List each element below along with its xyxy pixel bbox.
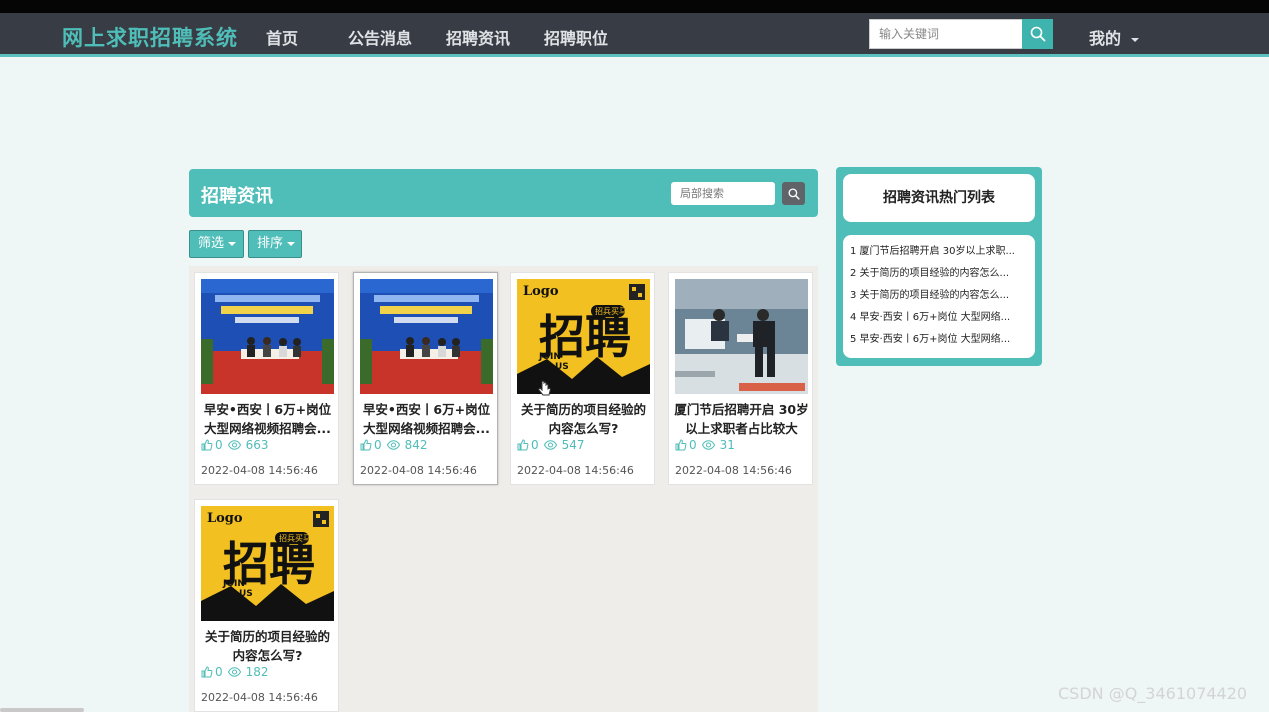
poster-badge: 招兵买马	[595, 306, 627, 316]
news-section-title: 招聘资讯	[201, 186, 273, 207]
eye-icon	[227, 667, 241, 677]
thumbs-up-icon[interactable]	[201, 439, 213, 451]
local-search-button[interactable]	[782, 182, 805, 205]
news-card[interactable]: Logo 招聘 招兵买马 JOIN US 关于简历的项目经验的内容怎么写? 0 …	[194, 499, 339, 712]
poster-badge: 招兵买马	[279, 533, 311, 543]
my-account-label: 我的	[1089, 29, 1122, 48]
search-icon	[787, 187, 800, 200]
caret-down-icon	[1131, 37, 1140, 42]
local-search-input[interactable]: 局部搜索	[671, 182, 775, 205]
view-count: 663	[245, 438, 269, 452]
my-account-menu[interactable]: 我的	[1089, 25, 1140, 49]
mouse-cursor-icon	[538, 380, 552, 396]
card-date: 2022-04-08 14:56:46	[675, 464, 792, 477]
hot-news-item[interactable]: 5 早安·西安丨6万+岗位 大型网络...	[843, 329, 1029, 351]
poster-join: JOIN	[222, 579, 245, 589]
top-black-strip	[0, 0, 1269, 13]
news-card[interactable]: 早安•西安丨6万+岗位大型网络视频招聘会... 0 842 2022-04-08…	[353, 272, 498, 485]
card-title[interactable]: 早安•西安丨6万+岗位大型网络视频招聘会...	[358, 400, 495, 438]
card-stats: 0 182	[201, 665, 269, 679]
card-stats: 0 547	[517, 438, 585, 452]
navbar: 网上求职招聘系统 首页 公告消息 招聘资讯 招聘职位 输入关键词 我的	[0, 13, 1269, 57]
card-image-join-us-poster[interactable]: Logo 招聘 招兵买马 JOIN US	[517, 279, 650, 394]
news-card[interactable]: Logo 招聘 招兵买马 JOIN US 关于简历的项目经验的内容怎么写? 0 …	[510, 272, 655, 485]
eye-icon	[701, 440, 715, 450]
caret-down-icon	[287, 241, 296, 246]
eye-icon	[227, 440, 241, 450]
poster-logo: Logo	[523, 284, 559, 299]
card-title[interactable]: 关于简历的项目经验的内容怎么写?	[515, 400, 652, 438]
poster-us: US	[555, 362, 569, 372]
hot-news-panel: 招聘资讯热门列表 1 厦门节后招聘开启 30岁以上求职... 2 关于简历的项目…	[836, 167, 1042, 366]
search-icon	[1030, 26, 1045, 42]
nav-announcements[interactable]: 公告消息	[348, 25, 412, 49]
card-date: 2022-04-08 14:56:46	[360, 464, 477, 477]
hot-news-list: 1 厦门节后招聘开启 30岁以上求职... 2 关于简历的项目经验的内容怎么..…	[843, 235, 1035, 358]
thumbs-up-icon[interactable]	[360, 439, 372, 451]
nav-recruit-news[interactable]: 招聘资讯	[446, 25, 510, 49]
view-count: 182	[245, 665, 269, 679]
like-count: 0	[215, 438, 223, 452]
hot-news-item[interactable]: 2 关于简历的项目经验的内容怎么...	[843, 263, 1029, 285]
thumbs-up-icon[interactable]	[517, 439, 529, 451]
filter-dropdown-button[interactable]: 筛选	[189, 230, 244, 258]
hot-news-item[interactable]: 4 早安·西安丨6万+岗位 大型网络...	[843, 307, 1029, 329]
news-section-header: 招聘资讯 局部搜索	[189, 169, 818, 217]
card-image-stage[interactable]	[360, 279, 493, 394]
poster-join: JOIN	[538, 352, 561, 362]
like-count: 0	[531, 438, 539, 452]
thumbs-up-icon[interactable]	[675, 439, 687, 451]
view-count: 842	[404, 438, 428, 452]
card-title[interactable]: 关于简历的项目经验的内容怎么写?	[199, 627, 336, 665]
hot-news-item[interactable]: 3 关于简历的项目经验的内容怎么...	[843, 285, 1029, 307]
sort-label: 排序	[257, 236, 284, 251]
like-count: 0	[374, 438, 382, 452]
sort-dropdown-button[interactable]: 排序	[248, 230, 302, 258]
news-card[interactable]: 厦门节后招聘开启 30岁以上求职者占比较大 0 31 2022-04-08 14…	[668, 272, 813, 485]
brand-logo-text[interactable]: 网上求职招聘系统	[62, 22, 238, 52]
like-count: 0	[689, 438, 697, 452]
hot-news-item[interactable]: 1 厦门节后招聘开启 30岁以上求职...	[843, 241, 1029, 263]
card-image-office-interview[interactable]	[675, 279, 808, 394]
card-date: 2022-04-08 14:56:46	[201, 691, 318, 704]
view-count: 547	[561, 438, 585, 452]
view-count: 31	[719, 438, 735, 452]
filter-label: 筛选	[198, 236, 225, 251]
eye-icon	[543, 440, 557, 450]
card-stats: 0 663	[201, 438, 269, 452]
thumbs-up-icon[interactable]	[201, 666, 213, 678]
caret-down-icon	[228, 241, 237, 246]
card-stats: 0 31	[675, 438, 735, 452]
horizontal-scrollbar[interactable]	[0, 708, 84, 712]
card-stats: 0 842	[360, 438, 428, 452]
watermark-text: CSDN @Q_3461074420	[1058, 684, 1248, 703]
hot-news-title: 招聘资讯热门列表	[843, 174, 1035, 222]
nav-jobs[interactable]: 招聘职位	[544, 25, 608, 49]
poster-logo: Logo	[207, 511, 243, 526]
card-date: 2022-04-08 14:56:46	[517, 464, 634, 477]
card-image-stage[interactable]	[201, 279, 334, 394]
news-card[interactable]: 早安•西安丨6万+岗位大型网络视频招聘会... 0 663 2022-04-08…	[194, 272, 339, 485]
keyword-search-button[interactable]	[1022, 19, 1053, 49]
eye-icon	[386, 440, 400, 450]
nav-home[interactable]: 首页	[266, 25, 298, 49]
card-image-join-us-poster[interactable]: Logo 招聘 招兵买马 JOIN US	[201, 506, 334, 621]
news-card-grid: 早安•西安丨6万+岗位大型网络视频招聘会... 0 663 2022-04-08…	[189, 266, 818, 712]
card-date: 2022-04-08 14:56:46	[201, 464, 318, 477]
like-count: 0	[215, 665, 223, 679]
keyword-search-input[interactable]: 输入关键词	[869, 19, 1023, 49]
card-title[interactable]: 早安•西安丨6万+岗位大型网络视频招聘会...	[199, 400, 336, 438]
poster-us: US	[239, 589, 253, 599]
card-title[interactable]: 厦门节后招聘开启 30岁以上求职者占比较大	[673, 400, 810, 438]
